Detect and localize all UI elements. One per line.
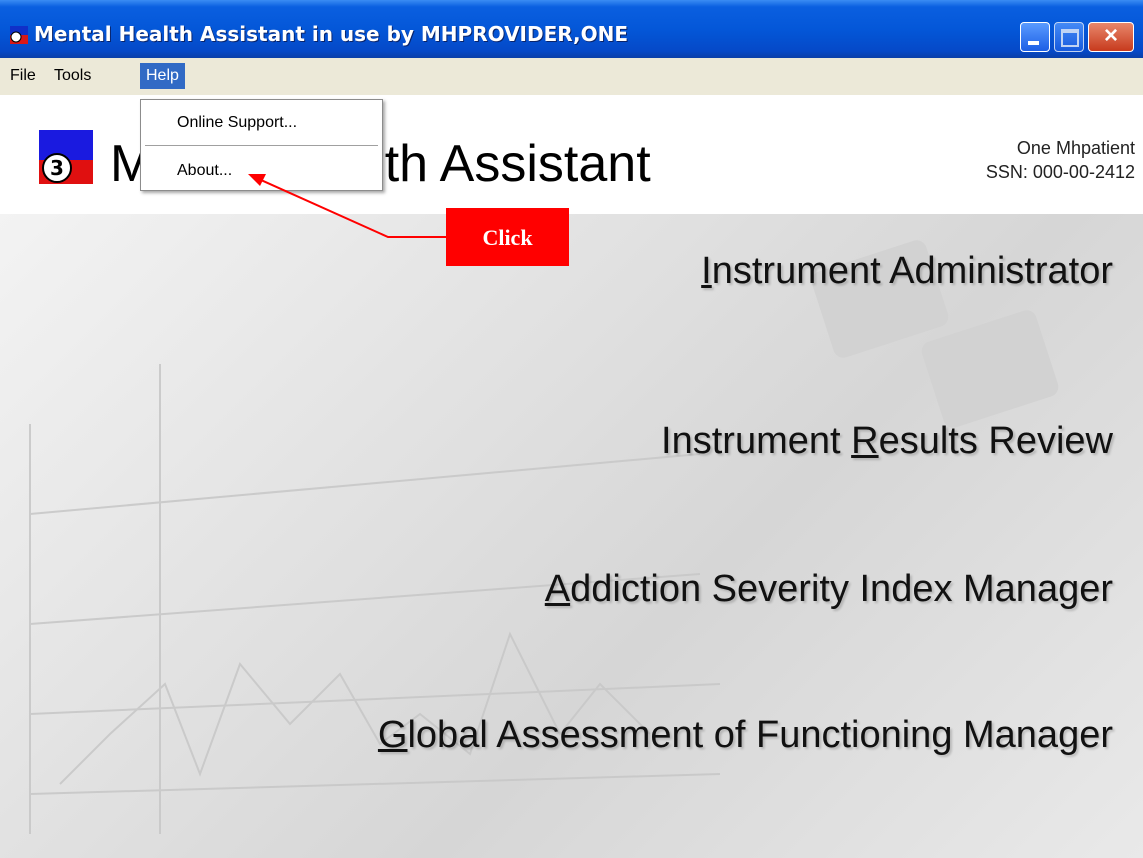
nav-label: ddiction Severity Index Manager xyxy=(570,568,1113,610)
instrument-administrator-link[interactable]: Instrument Administrator xyxy=(701,250,1113,293)
mnemonic-i: I xyxy=(701,250,712,292)
click-callout: Click xyxy=(446,208,569,266)
menu-bar: File Tools Help xyxy=(0,58,1143,96)
menu-separator xyxy=(145,145,378,146)
help-menu-dropdown: Online Support... About... xyxy=(140,99,383,191)
mnemonic-a: A xyxy=(544,568,571,610)
window-title: Mental Health Assistant in use by MHPROV… xyxy=(34,22,629,46)
menu-tools[interactable]: Tools xyxy=(48,63,97,89)
menu-help[interactable]: Help xyxy=(140,63,185,89)
nav-label: nstrument Administrator xyxy=(711,250,1113,292)
nav-label: Instrument xyxy=(661,420,852,462)
nav-label: lobal Assessment of Functioning Manager xyxy=(407,714,1113,756)
maximize-button[interactable] xyxy=(1054,22,1084,52)
background-watermark xyxy=(0,214,1143,858)
close-icon: × xyxy=(1103,22,1118,49)
instrument-results-review-link[interactable]: Instrument Results Review xyxy=(661,420,1113,463)
title-bar[interactable]: Mental Health Assistant in use by MHPROV… xyxy=(0,0,1143,58)
svg-text:3: 3 xyxy=(50,156,64,180)
patient-info: One Mhpatient SSN: 000-00-2412 xyxy=(986,136,1135,184)
menu-item-about[interactable]: About... xyxy=(177,162,232,180)
global-assessment-functioning-manager-link[interactable]: Global Assessment of Functioning Manager xyxy=(378,714,1113,757)
menu-file[interactable]: File xyxy=(4,63,42,89)
app-logo: 3 xyxy=(37,128,95,186)
menu-item-online-support[interactable]: Online Support... xyxy=(177,114,297,132)
chart-watermark xyxy=(29,240,1059,834)
patient-ssn: SSN: 000-00-2412 xyxy=(985,162,1135,182)
nav-label: esults Review xyxy=(878,420,1113,462)
minimize-button[interactable] xyxy=(1020,22,1050,52)
mnemonic-r: R xyxy=(851,420,879,462)
close-button[interactable]: × xyxy=(1088,22,1134,52)
patient-name: One Mhpatient xyxy=(1016,138,1135,158)
addiction-severity-index-manager-link[interactable]: Addiction Severity Index Manager xyxy=(545,568,1113,611)
main-panel: 3 Mealth Assistant One Mhpatient SSN: 00… xyxy=(0,96,1143,858)
app-logo-icon xyxy=(10,26,28,44)
mnemonic-g: G xyxy=(377,714,408,756)
